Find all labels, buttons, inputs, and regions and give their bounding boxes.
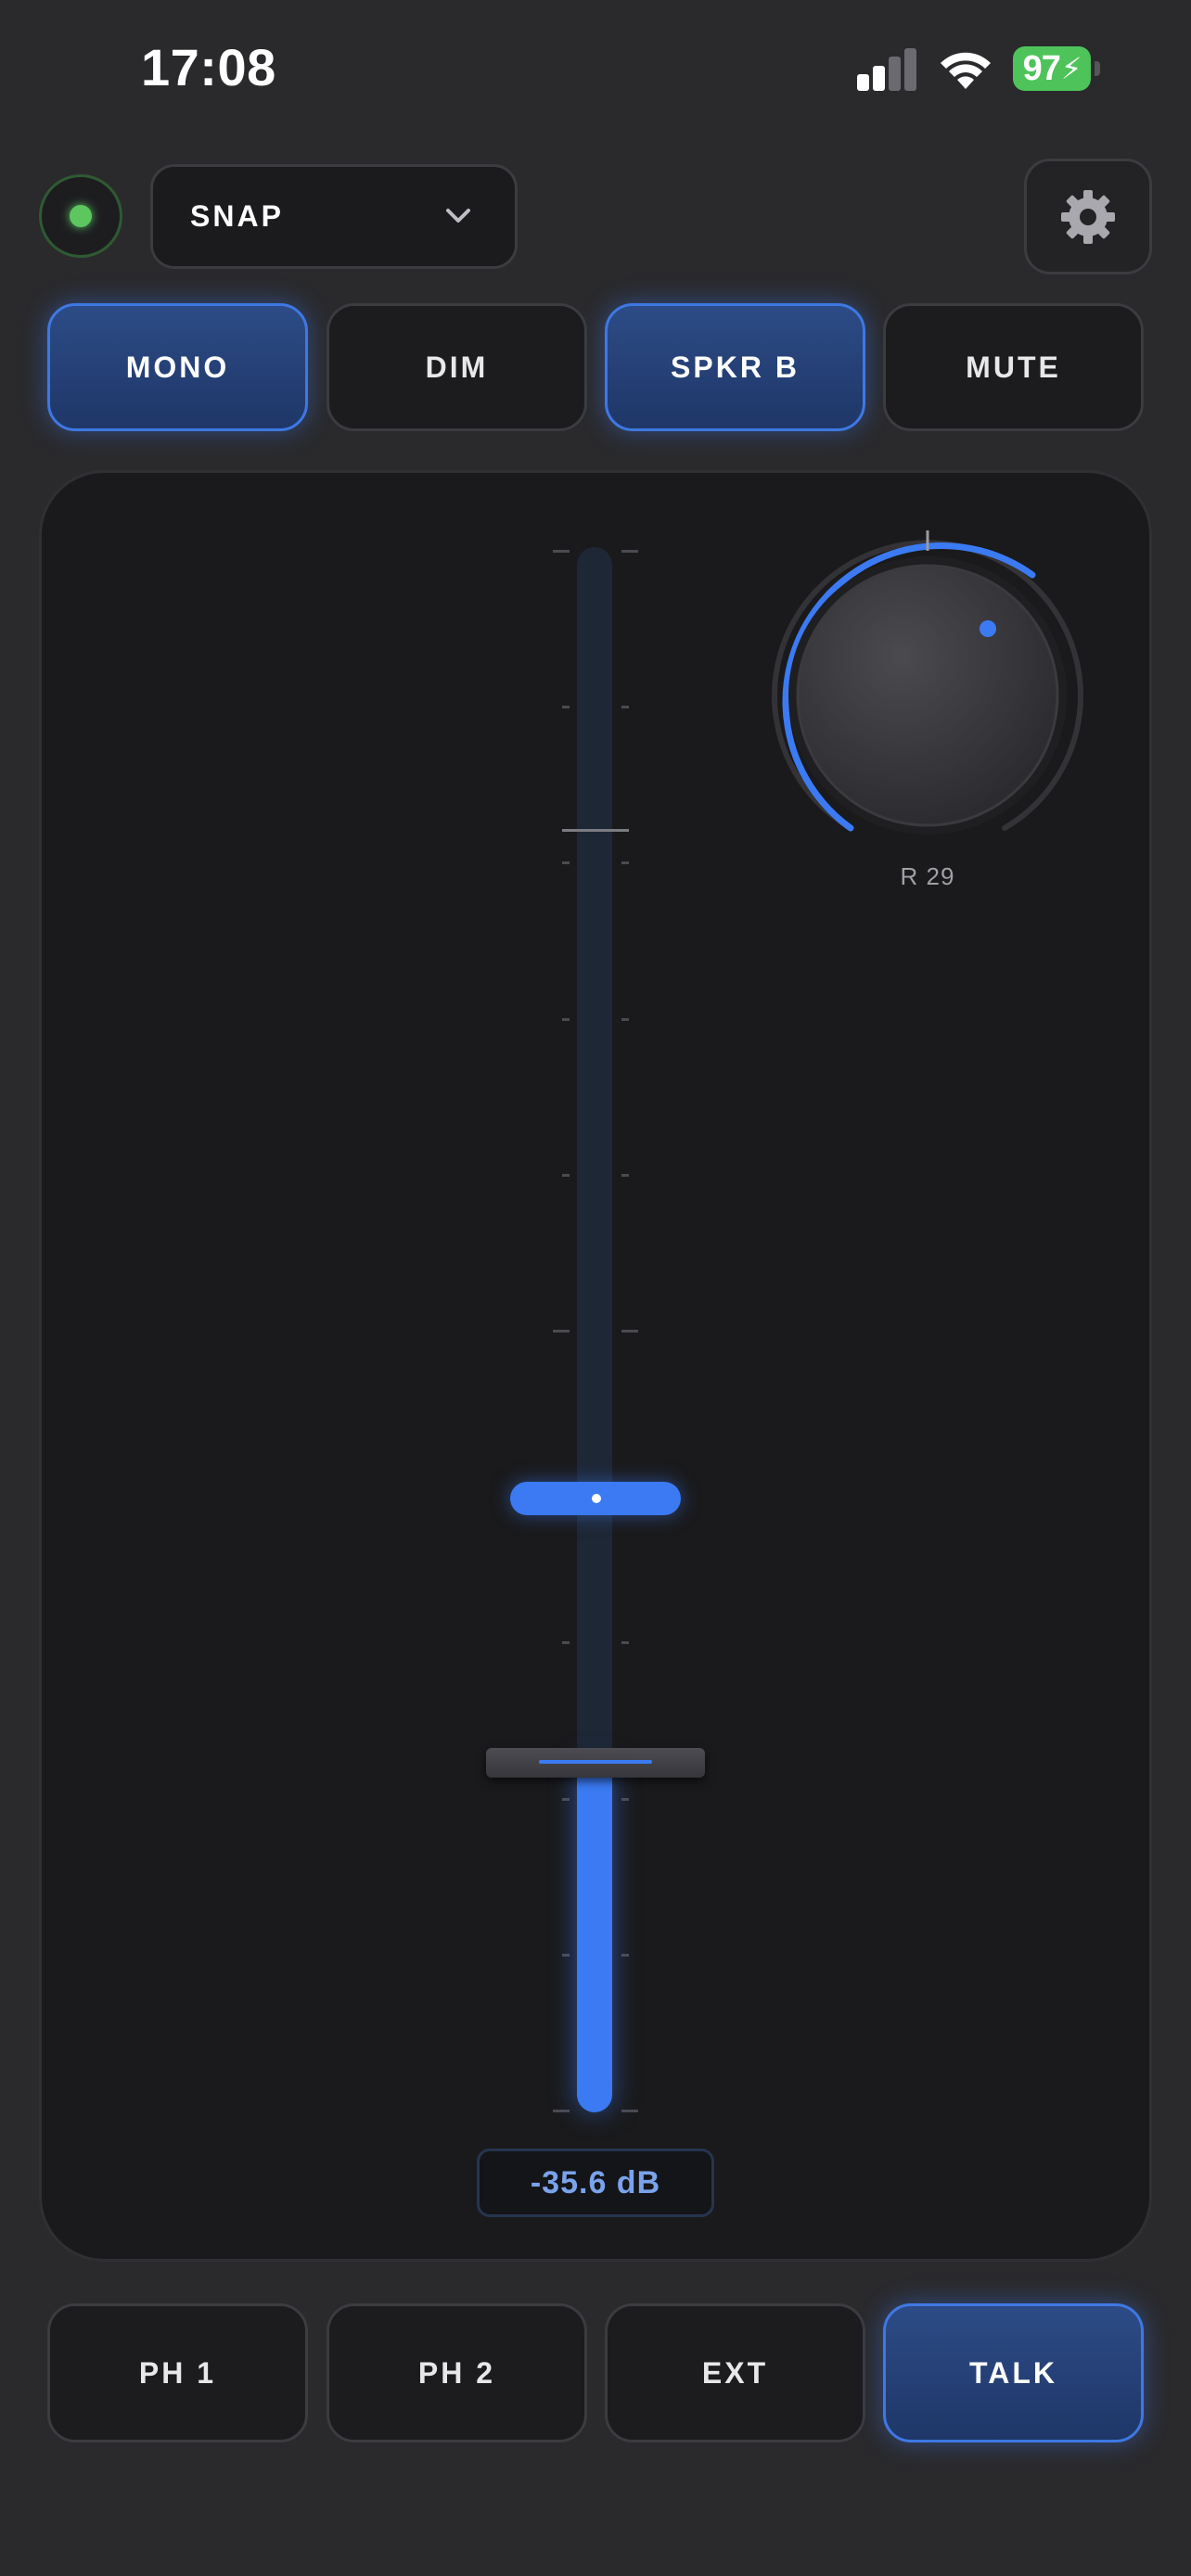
talkback-button[interactable]: TALK bbox=[883, 2303, 1144, 2442]
wifi-icon bbox=[941, 52, 991, 89]
speaker-b-button[interactable]: SPKR B bbox=[605, 303, 865, 431]
fader-scale-tick bbox=[553, 1330, 570, 1333]
fader-scale-tick bbox=[621, 706, 629, 708]
battery-cap bbox=[1095, 61, 1100, 76]
fader-scale-tick bbox=[621, 1954, 629, 1957]
fader-scale-tick bbox=[621, 550, 638, 553]
fader-scale-tick bbox=[621, 1018, 629, 1021]
mono-button-label: MONO bbox=[125, 350, 230, 384]
phones-1-button-label: PH 1 bbox=[138, 2355, 217, 2390]
external-input-button-label: EXT bbox=[701, 2355, 769, 2390]
fader-scale-tick bbox=[562, 1798, 570, 1801]
phones-2-button[interactable]: PH 2 bbox=[327, 2303, 587, 2442]
fader-scale-tick bbox=[562, 706, 570, 708]
knob-value-label: R 29 bbox=[900, 862, 955, 890]
external-input-button[interactable]: EXT bbox=[605, 2303, 865, 2442]
fader-scale-tick bbox=[562, 1641, 570, 1644]
fader-scale-tick bbox=[621, 2110, 638, 2112]
battery-indicator: 97 ⚡ bbox=[1013, 46, 1091, 91]
fader-scale-tick bbox=[621, 1641, 629, 1644]
mute-button-label: MUTE bbox=[966, 350, 1061, 384]
fader-cap-indicator bbox=[539, 1760, 652, 1764]
fader-scale-tick bbox=[562, 1954, 570, 1957]
mono-button[interactable]: MONO bbox=[47, 303, 308, 431]
chevron-down-icon bbox=[446, 209, 470, 223]
fader-scale-tick bbox=[621, 1798, 629, 1801]
preset-dropdown[interactable]: SNAP bbox=[150, 164, 518, 269]
cellular-signal-icon bbox=[857, 46, 918, 91]
preset-label: SNAP bbox=[190, 199, 284, 233]
volume-db-readout: -35.6 dB bbox=[477, 2149, 714, 2217]
settings-button[interactable] bbox=[1024, 159, 1152, 274]
speaker-b-button-label: SPKR B bbox=[671, 350, 800, 384]
connection-status-led bbox=[39, 174, 122, 258]
mute-button[interactable]: MUTE bbox=[883, 303, 1144, 431]
fader-scale-tick bbox=[553, 2110, 570, 2112]
fader-scale-tick bbox=[562, 861, 570, 864]
fader-scale-tick bbox=[562, 1174, 570, 1177]
volume-db-value: -35.6 dB bbox=[530, 2164, 661, 2200]
knob-body bbox=[796, 564, 1059, 827]
fader-scale-tick bbox=[621, 1174, 629, 1177]
gear-icon bbox=[1061, 189, 1115, 244]
status-time: 17:08 bbox=[141, 38, 276, 96]
volume-fader-level bbox=[577, 1762, 612, 2112]
fader-scale-tick bbox=[553, 550, 570, 553]
status-led-dot bbox=[70, 205, 92, 227]
fader-scale-tick bbox=[621, 861, 629, 864]
talkback-button-label: TALK bbox=[969, 2355, 1057, 2390]
pan-knob[interactable] bbox=[761, 519, 1095, 853]
trim-handle-dot bbox=[592, 1494, 601, 1503]
fader-scale-tick bbox=[562, 1018, 570, 1021]
battery-percent: 97 bbox=[1022, 48, 1061, 88]
phones-1-button[interactable]: PH 1 bbox=[47, 2303, 308, 2442]
dim-button[interactable]: DIM bbox=[327, 303, 587, 431]
fader-scale-tick bbox=[621, 1330, 638, 1333]
phones-2-button-label: PH 2 bbox=[417, 2355, 496, 2390]
dim-button-label: DIM bbox=[425, 350, 489, 384]
monitor-controller-screen: 17:08 97 ⚡ SNAP MONO DIM SPKR B MUTE -35… bbox=[0, 0, 1191, 2576]
unity-gain-mark bbox=[562, 829, 629, 832]
charging-bolt-icon: ⚡ bbox=[1060, 52, 1082, 85]
knob-position-dot bbox=[980, 620, 996, 637]
